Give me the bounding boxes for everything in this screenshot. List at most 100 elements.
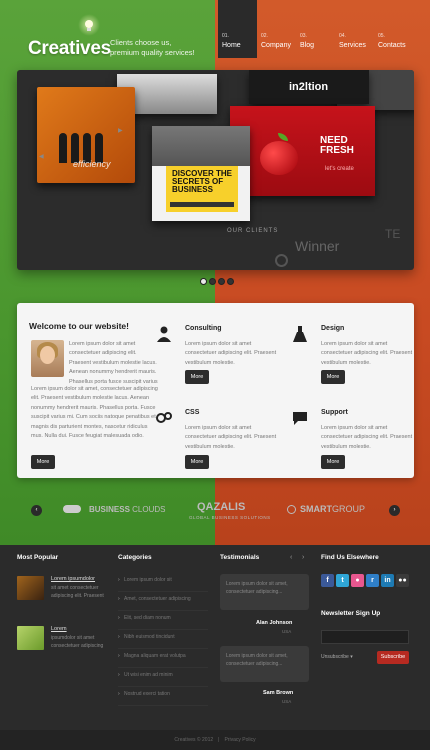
privacy-policy-link[interactable]: Privacy Policy	[224, 737, 255, 743]
slide-card-inzition: in2ltion	[249, 70, 369, 104]
smart-word: SMART	[300, 504, 332, 514]
category-item[interactable]: Lorem ipsum dolor sit	[118, 574, 208, 592]
popular-text: ipsumdolor sit amet consectetuer adipisc…	[51, 635, 104, 649]
nav-label: Home	[222, 42, 241, 49]
winner-logo-icon	[275, 254, 288, 267]
smartgroup-circle-icon	[287, 505, 296, 514]
testimonials-prev-icon[interactable]: ‹	[290, 554, 292, 561]
group-word: GROUP	[332, 504, 366, 514]
category-item[interactable]: Nibh euismod tincidunt	[118, 631, 208, 649]
te-logo: TE	[385, 227, 401, 241]
popular-thumb[interactable]	[17, 626, 44, 650]
design-text: Lorem ipsum dolor sit amet consectetuer …	[321, 341, 413, 366]
consulting-more-button[interactable]: More	[185, 370, 209, 384]
unsubscribe-toggle[interactable]: Unsubscribe ▾	[321, 654, 353, 660]
partners-next-icon[interactable]: ›	[389, 505, 400, 516]
welcome-text-2: Lorem ipsum dolor sit amet, consectetuer…	[31, 386, 158, 440]
tagline-line-2: premium quality services!	[110, 48, 195, 57]
efficiency-text: efficiency	[73, 159, 111, 169]
copyright-text: Creatives © 2012	[174, 737, 214, 743]
nav-label: Blog	[300, 42, 315, 49]
css-text: Lorem ipsum dolor sit amet consectetuer …	[185, 425, 277, 450]
flask-icon	[291, 325, 309, 343]
popular-link[interactable]: Lorem ipsumdolor	[51, 576, 95, 582]
leaf-icon	[278, 133, 288, 141]
facebook-icon[interactable]: f	[321, 574, 334, 587]
newsletter-email-input[interactable]	[321, 630, 409, 644]
welcome-text-1: Lorem ipsum dolor sit amet consectetuer …	[69, 341, 158, 384]
popular-link[interactable]: Lorem	[51, 626, 67, 632]
css-title: CSS	[185, 409, 200, 416]
design-more-button[interactable]: More	[321, 370, 345, 384]
tagline: Clients choose us, premium quality servi…	[110, 38, 195, 58]
category-item[interactable]: Elit, sed diam nonum	[118, 612, 208, 630]
slider-dot[interactable]	[218, 278, 225, 285]
welcome-title: Welcome to our website!	[29, 321, 129, 331]
testimonials-next-icon[interactable]: ›	[302, 554, 304, 561]
business-word: BUSINESS	[89, 505, 130, 514]
nav-label: Company	[261, 42, 291, 49]
slider-dot[interactable]	[200, 278, 207, 285]
welcome-more-button[interactable]: More	[31, 455, 55, 469]
category-item[interactable]: Magna aliquam erat volutpa	[118, 650, 208, 668]
slide-arrow-left-icon[interactable]: ◀	[39, 153, 44, 160]
nav-item-services[interactable]: 04. Services	[335, 0, 374, 58]
smartgroup-logo: SMARTGROUP	[300, 504, 365, 514]
nav-item-company[interactable]: 02. Company	[257, 0, 296, 58]
twitter-icon[interactable]: t	[336, 574, 349, 587]
subscribe-button[interactable]: Subscribe	[377, 651, 409, 664]
need-fresh-text: NEED FRESH	[320, 135, 354, 156]
slide-card-fresh: NEED FRESH let's create	[230, 106, 375, 196]
image-slider[interactable]: in2ltion efficiency NEED FRESH let's cre…	[17, 70, 414, 270]
nav-item-contacts[interactable]: 05. Contacts	[374, 0, 413, 58]
nav-number: 02.	[261, 33, 268, 39]
slide-card-book: DISCOVER THE SECRETS OF BUSINESS	[152, 126, 250, 221]
support-title: Support	[321, 409, 348, 416]
apple-icon	[260, 141, 298, 175]
lets-create-text: let's create	[325, 166, 354, 172]
find-us-title: Find Us Elsewhere	[321, 554, 379, 561]
slider-dot[interactable]	[227, 278, 234, 285]
qazalis-subtitle: GLOBAL BUSINESS SOLUTIONS	[189, 515, 271, 520]
partners-carousel: ‹ BUSINESS CLOUDS QAZALIS GLOBAL BUSINES…	[17, 492, 414, 530]
popular-thumb[interactable]	[17, 576, 44, 600]
rss-icon[interactable]: r	[366, 574, 379, 587]
business-clouds-logo: BUSINESS CLOUDS	[89, 505, 165, 514]
dribbble-icon[interactable]: ●	[351, 574, 364, 587]
site-logo[interactable]: Creatives	[28, 38, 111, 60]
gears-icon	[155, 409, 173, 427]
slider-dot[interactable]	[209, 278, 216, 285]
clouds-word: CLOUDS	[132, 505, 166, 514]
partners-prev-icon[interactable]: ‹	[31, 505, 42, 516]
category-item[interactable]: Ut wisi enim ad minim	[118, 669, 208, 687]
figure-icon	[59, 133, 67, 163]
main-nav: 01. Home 02. Company 03. Blog 04. Servic…	[218, 0, 413, 58]
nav-item-home[interactable]: 01. Home	[218, 0, 257, 58]
our-clients-label: OUR CLIENTS	[227, 228, 279, 234]
chevron-down-icon: ▾	[350, 654, 353, 660]
design-title: Design	[321, 325, 345, 332]
separator: |	[218, 737, 220, 743]
nav-item-blog[interactable]: 03. Blog	[296, 0, 335, 58]
content-panel: Welcome to our website! Lorem ipsum dolo…	[17, 303, 414, 478]
css-more-button[interactable]: More	[185, 455, 209, 469]
slider-pagination	[200, 278, 234, 285]
qazalis-logo: QAZALIS	[197, 501, 246, 513]
linkedin-icon[interactable]: in	[381, 574, 394, 587]
lightbulb-icon	[78, 14, 100, 36]
consulting-text: Lorem ipsum dolor sit amet consectetuer …	[185, 341, 277, 366]
chat-icon	[291, 409, 309, 427]
nav-number: 05.	[378, 33, 385, 39]
category-item[interactable]: Nostrud exerci tation	[118, 688, 208, 706]
nav-number: 03.	[300, 33, 307, 39]
support-more-button[interactable]: More	[321, 455, 345, 469]
cloud-icon	[63, 505, 81, 513]
book-title: DISCOVER THE SECRETS OF BUSINESS	[172, 169, 233, 194]
testimonial-quote: Lorem ipsum dolor sit amet, consectetuer…	[220, 574, 309, 610]
winner-logo: Winner	[295, 238, 340, 254]
slide-arrow-right-icon[interactable]: ▶	[118, 127, 123, 134]
flickr-icon[interactable]: ●●	[396, 574, 409, 587]
testimonial-name: Sam Brown	[263, 690, 294, 696]
category-item[interactable]: Amet, consectetuer adipiscing	[118, 593, 208, 611]
nav-number: 01.	[222, 33, 229, 39]
